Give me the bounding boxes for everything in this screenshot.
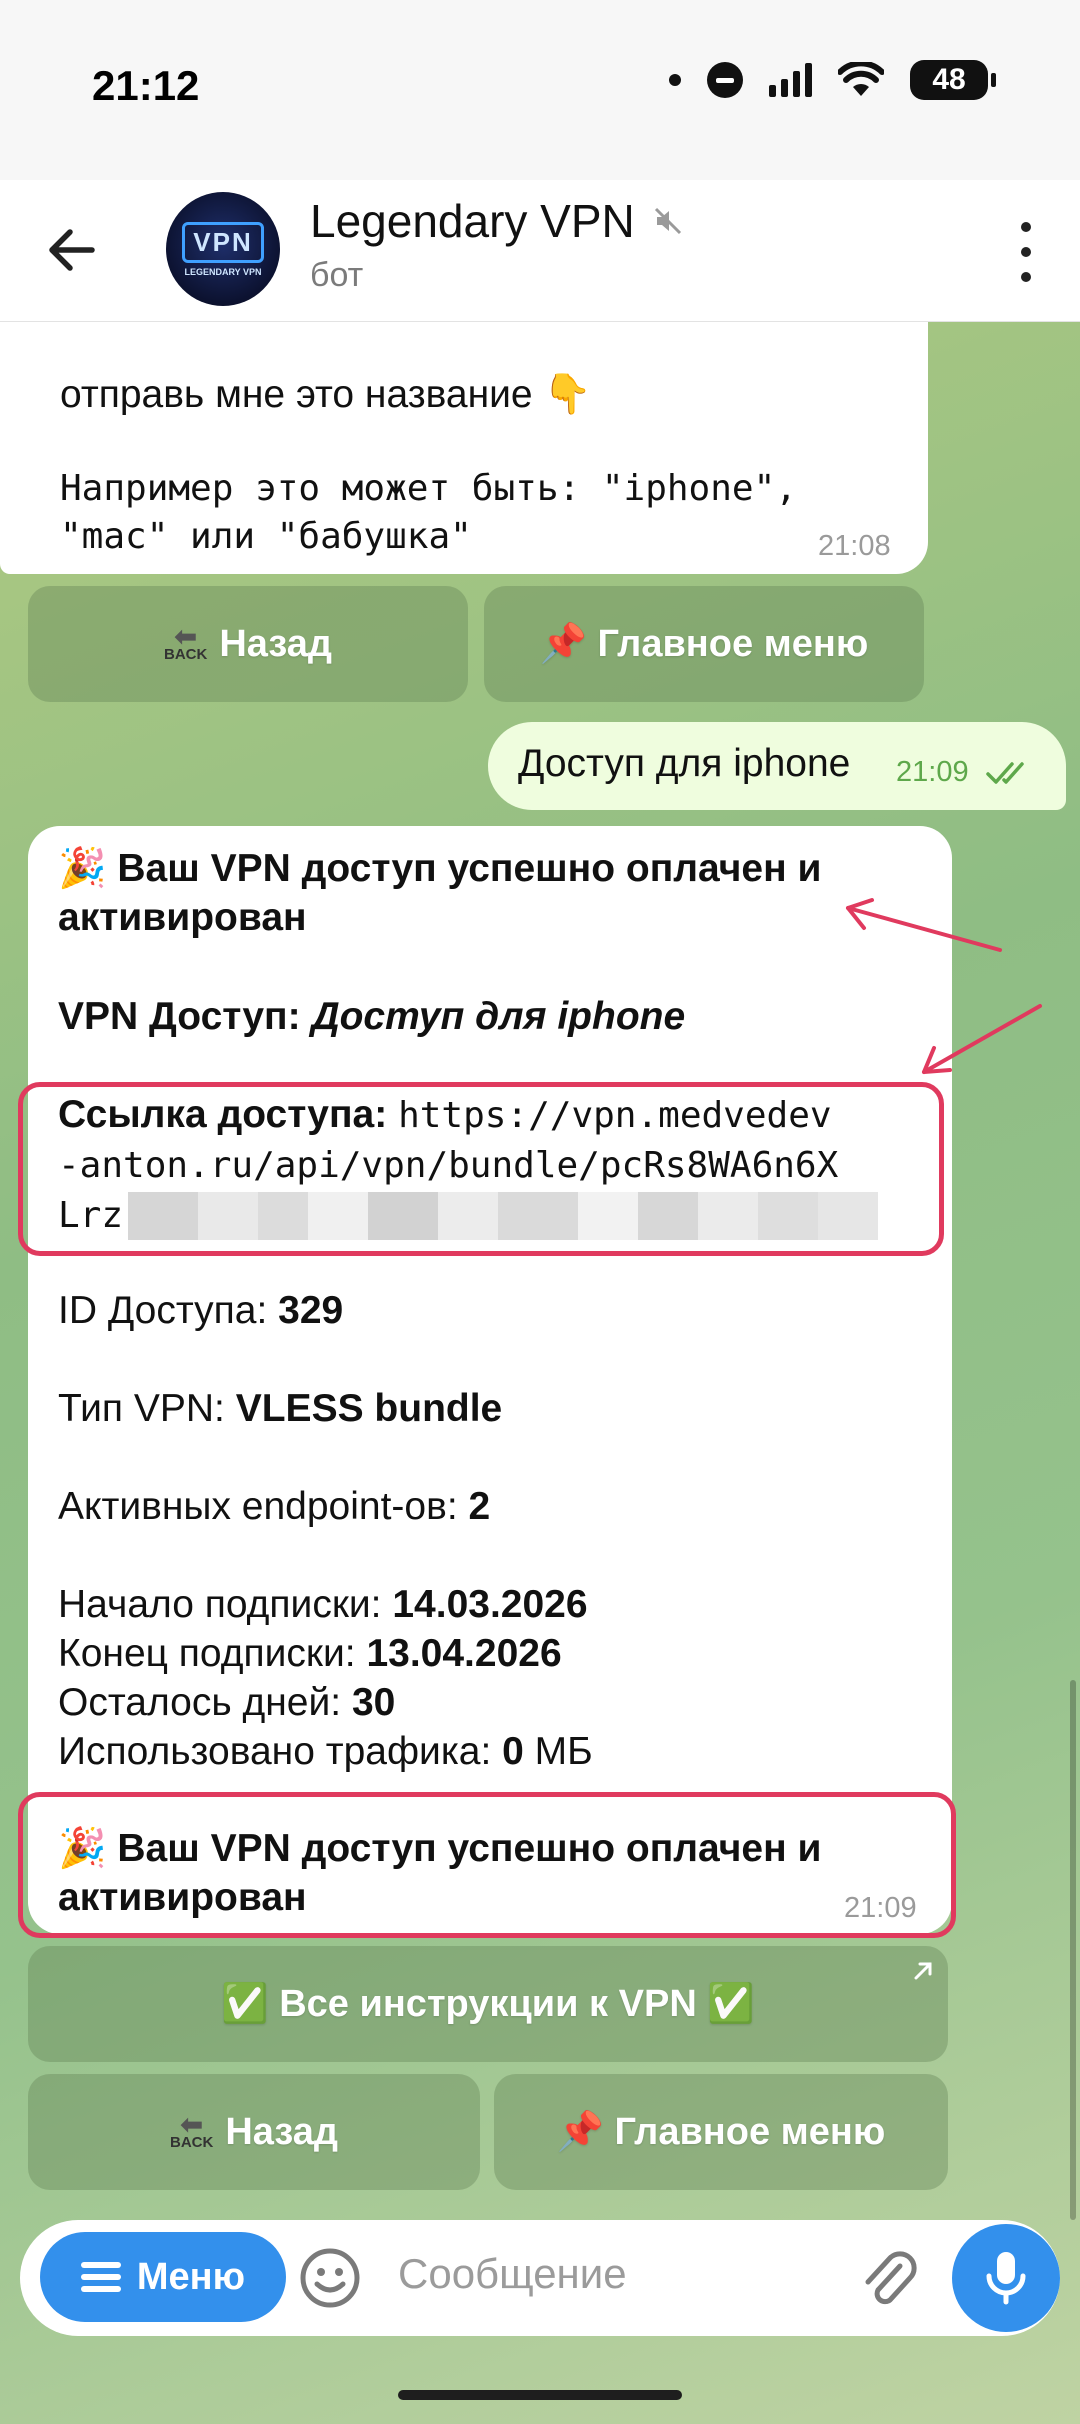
signal-icon xyxy=(769,63,812,97)
back-button[interactable]: ⬅ BACK Назад xyxy=(28,586,468,702)
payment-title: 🎉 Ваш VPN доступ успешно оплачен и активи… xyxy=(58,847,822,939)
chat-title[interactable]: Legendary VPN xyxy=(310,194,683,248)
attach-icon[interactable] xyxy=(856,2244,920,2314)
home-indicator[interactable] xyxy=(398,2390,682,2400)
main-menu-button[interactable]: 📌 Главное меню xyxy=(484,586,924,702)
main-menu-button-label: 📌 Главное меню xyxy=(539,623,869,665)
battery-icon: 48 xyxy=(910,60,996,100)
message-line-mono: Например это может быть: "iphone", xyxy=(60,468,797,509)
more-options-icon[interactable] xyxy=(1016,222,1036,282)
notification-dot-icon xyxy=(669,74,681,86)
back-arrow-icon[interactable] xyxy=(42,220,102,280)
highlight-box-footer xyxy=(18,1792,956,1938)
wifi-icon xyxy=(838,62,884,96)
outgoing-message-text: Доступ для iphone xyxy=(518,742,851,785)
message-line-mono: "mac" или "бабушка" xyxy=(60,516,472,557)
voice-record-button[interactable] xyxy=(952,2224,1060,2332)
back-emoji-icon: ⬅ BACK xyxy=(163,621,208,663)
instructions-button[interactable]: ✅ Все инструкции к VPN ✅ xyxy=(28,1946,948,2062)
days-left-row: Осталось дней: 30 xyxy=(58,1681,396,1724)
chat-title-text: Legendary VPN xyxy=(310,195,635,247)
highlight-box-link xyxy=(18,1082,944,1256)
status-time: 21:12 xyxy=(92,62,200,109)
read-checkmarks-icon xyxy=(986,762,1024,784)
avatar-logo-subtext: LEGENDARY VPN xyxy=(184,266,262,277)
vpn-type-row: Тип VPN: VLESS bundle xyxy=(58,1387,503,1430)
outgoing-message: Доступ для iphone 21:09 xyxy=(488,722,1066,810)
message-bubble-payment: 🎉 Ваш VPN доступ успешно оплачен и активи… xyxy=(28,826,952,1934)
chat-subtitle: бот xyxy=(310,256,364,294)
back-button-label: Назад xyxy=(225,2110,339,2153)
message-time: 21:08 xyxy=(818,530,891,562)
instructions-button-label: ✅ Все инструкции к VPN ✅ xyxy=(221,1983,755,2025)
subscription-start-row: Начало подписки: 14.03.2026 xyxy=(58,1583,588,1626)
annotation-arrow-icon xyxy=(922,1004,1042,1074)
external-link-arrow-icon xyxy=(914,1962,932,1980)
endpoints-row: Активных endpoint-ов: 2 xyxy=(58,1485,491,1528)
muted-speaker-icon xyxy=(654,207,681,235)
bot-menu-label: Меню xyxy=(136,2255,246,2298)
vpn-access-row: VPN Доступ: Доступ для iphone xyxy=(58,995,686,1038)
microphone-icon xyxy=(986,2252,1026,2305)
message-line: отправь мне это название 👇 xyxy=(60,373,592,416)
back-button[interactable]: ⬅ BACK Назад xyxy=(28,2074,480,2190)
subscription-end-row: Конец подписки: 13.04.2026 xyxy=(58,1632,562,1675)
message-input[interactable]: Сообщение xyxy=(398,2250,627,2298)
back-button-label: Назад xyxy=(219,622,333,665)
chat-header: VPN LEGENDARY VPN Legendary VPN бот xyxy=(0,180,1080,322)
access-id-row: ID Доступа: 329 xyxy=(58,1289,344,1332)
outgoing-message-time: 21:09 xyxy=(896,756,969,788)
scrollbar[interactable] xyxy=(1070,1680,1076,2220)
main-menu-button-label: 📌 Главное меню xyxy=(556,2111,886,2153)
status-icons: 48 xyxy=(669,60,996,100)
main-menu-button[interactable]: 📌 Главное меню xyxy=(494,2074,948,2190)
annotation-arrow-icon xyxy=(846,898,1002,952)
message-input-bar: Меню Сообщение xyxy=(20,2220,1060,2336)
traffic-used-row: Использовано трафика: 0 МБ xyxy=(58,1730,593,1773)
menu-icon xyxy=(80,2262,121,2292)
avatar-logo-text: VPN xyxy=(182,221,264,263)
back-emoji-icon: ⬅ BACK xyxy=(169,2109,214,2151)
bot-menu-button[interactable]: Меню xyxy=(40,2232,286,2322)
emoji-icon[interactable] xyxy=(298,2246,362,2310)
do-not-disturb-icon xyxy=(707,62,743,98)
bot-avatar[interactable]: VPN LEGENDARY VPN xyxy=(166,192,280,306)
message-bubble-previous: отправь мне это название 👇 Например это … xyxy=(0,322,928,574)
status-bar: 21:12 48 xyxy=(0,0,1080,180)
